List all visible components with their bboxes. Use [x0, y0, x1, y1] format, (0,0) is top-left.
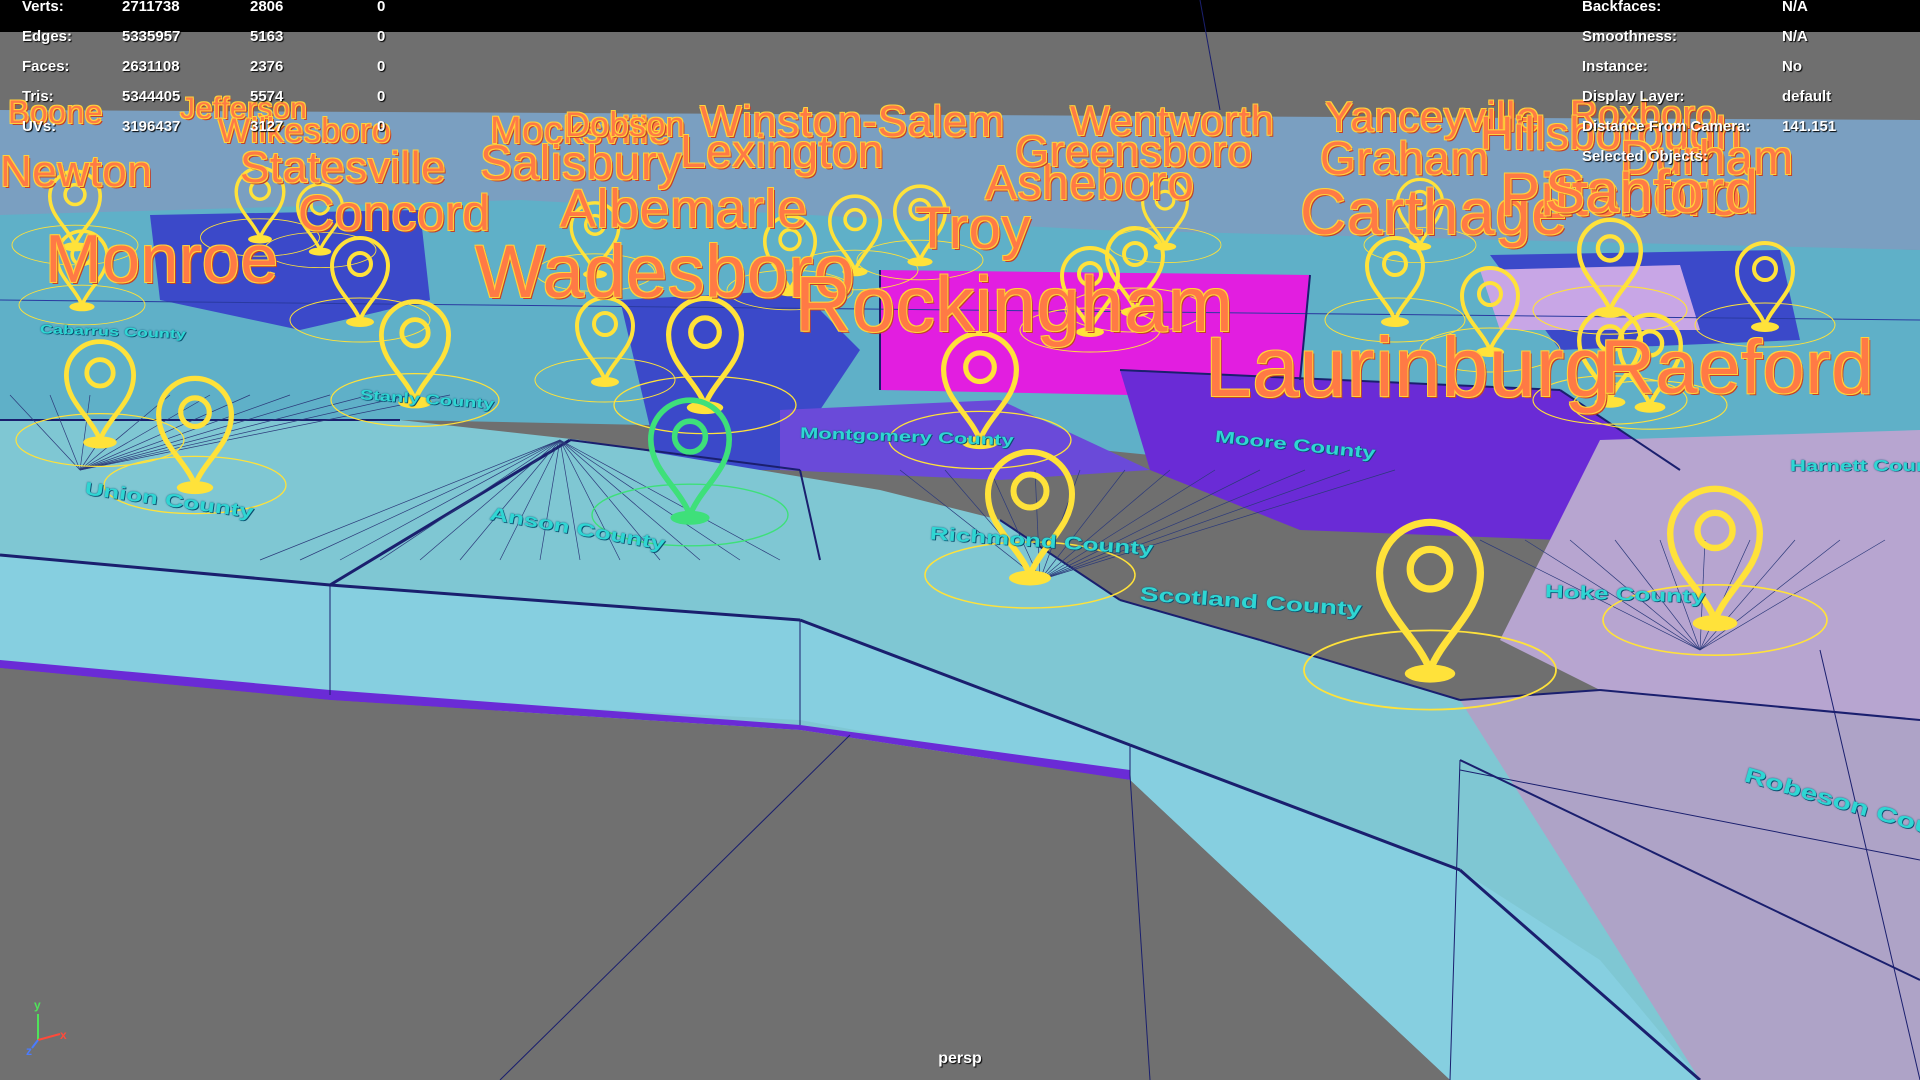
- county-label: Hoke County: [1544, 580, 1706, 608]
- axis-x-label: x: [60, 1028, 67, 1042]
- object-info-label: Smoothness:: [1582, 28, 1678, 45]
- object-info-value: No: [1782, 58, 1802, 75]
- poly-stat-v2: 3127: [250, 118, 284, 135]
- poly-stat-v1: 3196437: [122, 118, 181, 135]
- poly-stat-v3: 0: [377, 58, 386, 75]
- city-label: Raeford: [1600, 325, 1874, 410]
- wire-edge: [1039, 469, 1306, 581]
- poly-stat-label: UVs:: [22, 118, 57, 135]
- axis-y-label: y: [34, 998, 41, 1012]
- county-label: Harnett County: [1790, 456, 1920, 475]
- poly-stat-v1: 5344405: [122, 88, 181, 105]
- poly-stat-label: Verts:: [22, 0, 64, 15]
- poly-stat-label: Faces:: [22, 58, 70, 75]
- city-label: Albemarle: [560, 179, 808, 239]
- city-label: Wentworth: [1070, 97, 1275, 144]
- city-label: Rockingham: [795, 260, 1234, 348]
- city-label: Monroe: [45, 221, 279, 297]
- object-info-label: Instance:: [1582, 58, 1648, 75]
- city-label: Graham: [1320, 132, 1490, 184]
- poly-stat-v1: 2631108: [122, 58, 180, 75]
- camera-name-label: persp: [938, 1050, 982, 1067]
- poly-stat-label: Tris:: [22, 88, 54, 105]
- object-info-value: N/A: [1782, 28, 1808, 45]
- poly-stat-v3: 0: [377, 28, 386, 45]
- city-label: Newton: [0, 147, 153, 196]
- city-label: Lexington: [680, 125, 884, 177]
- object-info-label: Selected Objects:: [1582, 148, 1708, 165]
- poly-stat-v3: 0: [377, 118, 386, 135]
- object-info-label: Display Layer:: [1582, 88, 1685, 105]
- object-info-value: N/A: [1782, 0, 1808, 15]
- object-info-label: Backfaces:: [1582, 0, 1662, 15]
- poly-stat-v2: 5163: [250, 28, 284, 45]
- poly-stat-v1: 2711738: [122, 0, 180, 15]
- city-label: Concord: [298, 185, 491, 241]
- object-info-value: default: [1782, 88, 1832, 105]
- 3d-viewport[interactable]: Union County Anson County Richmond County M…: [0, 0, 1920, 1080]
- poly-stat-v2: 2376: [250, 58, 284, 75]
- object-info-value: 141.151: [1782, 118, 1837, 135]
- poly-stat-v1: 5335957: [122, 28, 181, 45]
- poly-stat-v3: 0: [377, 0, 386, 15]
- poly-stat-v2: 2806: [250, 0, 284, 15]
- wire-edge: [1039, 469, 1216, 581]
- object-info-label: Distance From Camera:: [1582, 118, 1751, 135]
- city-label: Statesville: [240, 143, 447, 192]
- wire-edge: [1039, 469, 1126, 581]
- poly-stat-label: Edges:: [22, 28, 73, 45]
- city-label: Laurinburg: [1205, 320, 1612, 414]
- poly-stat-v3: 0: [377, 88, 386, 105]
- poly-stat-v2: 5574: [250, 88, 284, 105]
